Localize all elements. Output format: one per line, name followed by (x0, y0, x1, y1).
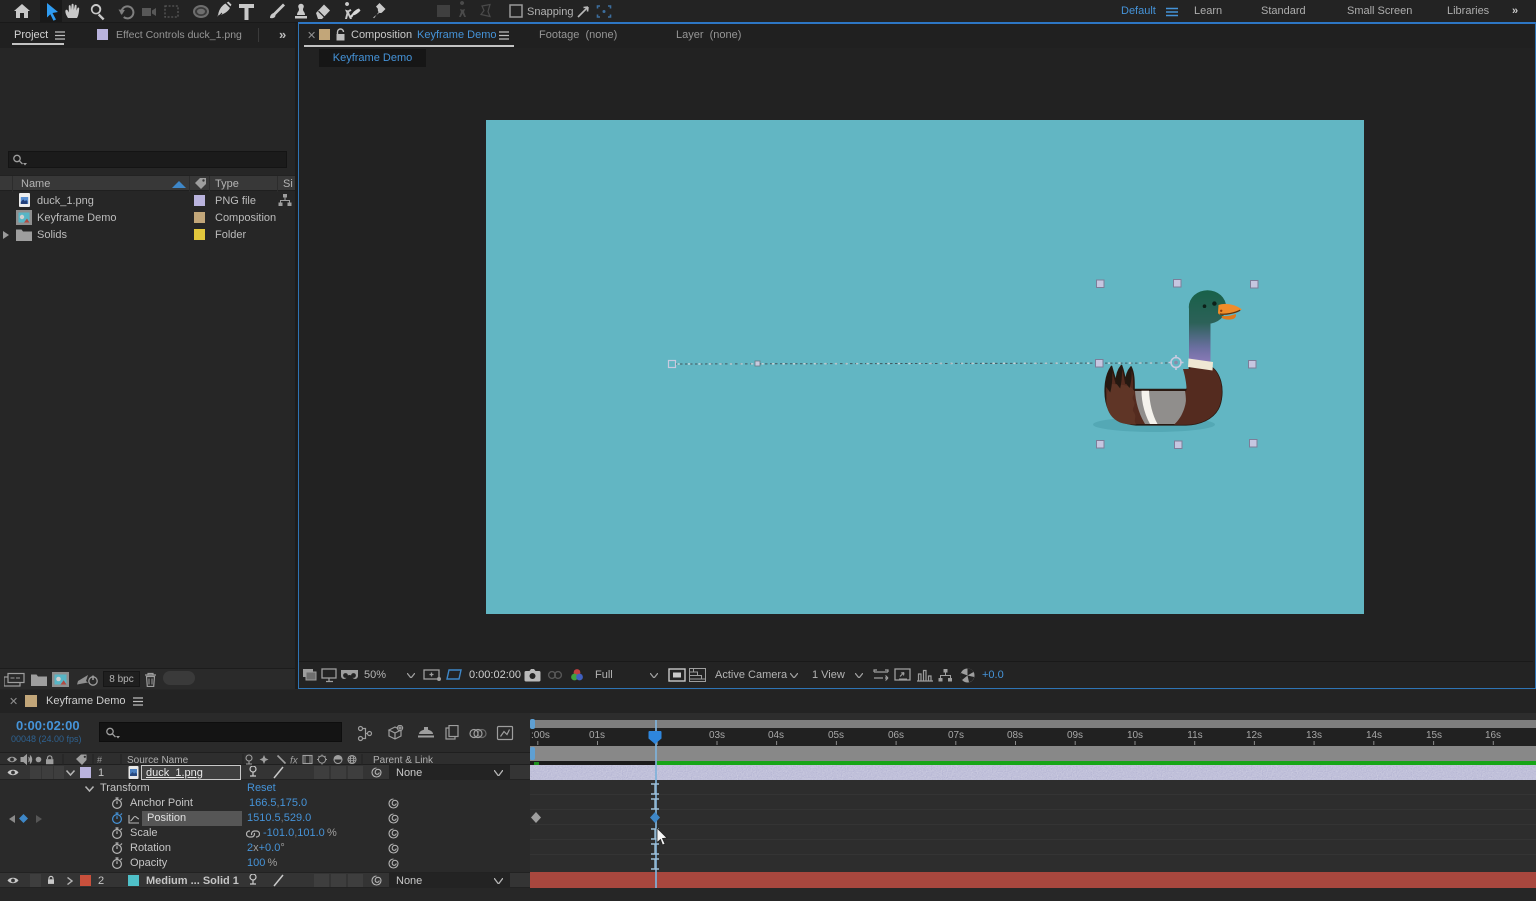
svg-text:#: # (97, 755, 102, 765)
svg-text:Snapping: Snapping (527, 6, 574, 18)
